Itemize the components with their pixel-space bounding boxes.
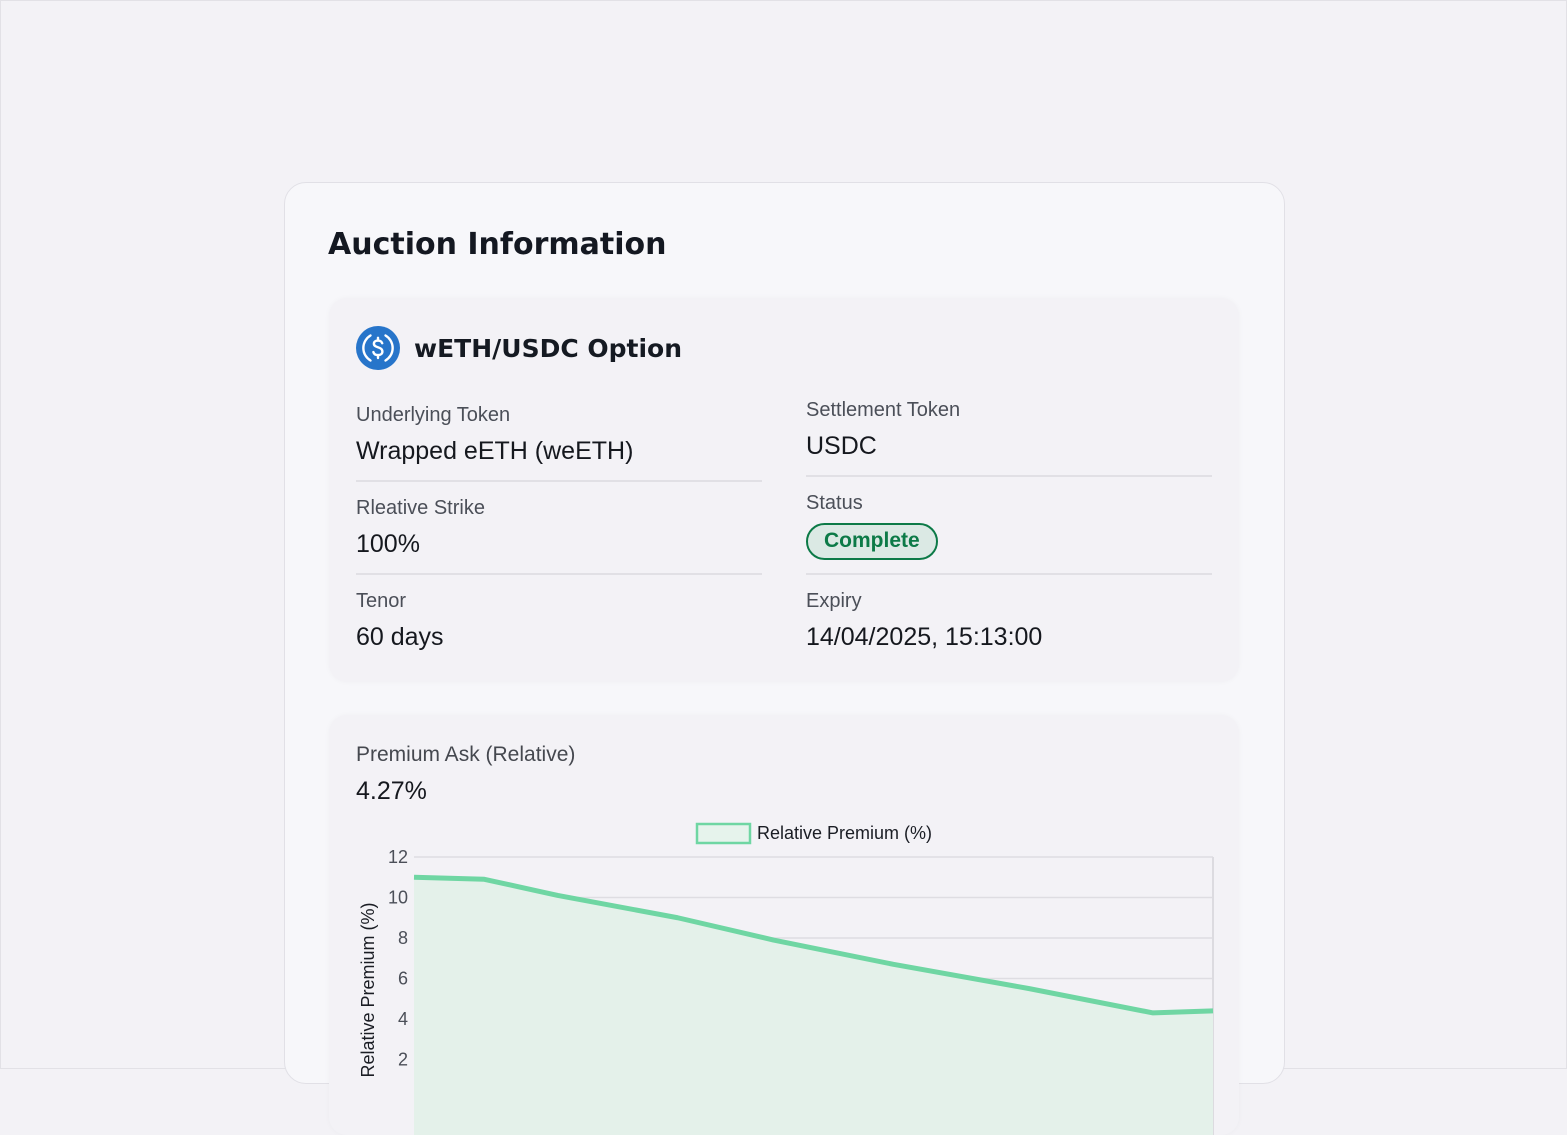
y-tick-label: 2 (398, 1050, 408, 1070)
underlying-token-value: Wrapped eETH (weETH) (356, 437, 634, 465)
relative-strike-field: Rleative Strike 100% (356, 497, 762, 559)
tenor-value: 60 days (356, 623, 444, 651)
status-badge: Complete (806, 523, 938, 560)
y-tick-label: 12 (388, 847, 408, 867)
legend-label: Relative Premium (%) (757, 823, 932, 843)
y-tick-label: 8 (398, 928, 408, 948)
auction-information-panel: Auction Information wETH/USDC Option Und… (284, 182, 1285, 1135)
option-info-card: wETH/USDC Option Underlying Token Wrappe… (329, 298, 1239, 682)
relative-premium-chart: 12 10 8 6 4 2 Relative Premium (%) Relative P… (358, 822, 1214, 1135)
relative-strike-value: 100% (356, 530, 420, 558)
expiry-label: Expiry (806, 590, 862, 612)
chart-y-ticks: 12 10 8 6 4 2 (388, 847, 408, 1070)
usdc-icon (356, 326, 400, 370)
underlying-token-label: Underlying Token (356, 404, 511, 426)
tenor-field: Tenor 60 days (356, 590, 762, 652)
premium-chart-card: Premium Ask (Relative) 4.27% 12 10 8 6 4 2 Re… (329, 715, 1239, 1135)
settlement-token-field: Settlement Token USDC (806, 399, 1212, 461)
settlement-token-value: USDC (806, 432, 877, 460)
y-tick-label: 10 (388, 888, 408, 908)
y-tick-label: 4 (398, 1009, 408, 1029)
status-label: Status (806, 492, 863, 514)
settlement-token-label: Settlement Token (806, 399, 961, 421)
expiry-field: Expiry 14/04/2025, 15:13:00 (806, 590, 1212, 652)
y-axis-label: Relative Premium (%) (358, 902, 378, 1077)
y-tick-label: 6 (398, 969, 408, 989)
chart-legend[interactable]: Relative Premium (%) (695, 822, 932, 845)
option-header: wETH/USDC Option (356, 326, 682, 370)
option-title: wETH/USDC Option (414, 333, 683, 363)
divider (356, 573, 762, 575)
series-area-fill (414, 877, 1213, 1135)
panel-title: Auction Information (328, 227, 667, 262)
divider (806, 573, 1212, 575)
underlying-token-field: Underlying Token Wrapped eETH (weETH) (356, 404, 762, 466)
chart-area-layer (413, 874, 1214, 1135)
divider (806, 475, 1212, 477)
expiry-value: 14/04/2025, 15:13:00 (806, 623, 1043, 651)
divider (356, 480, 762, 482)
relative-strike-label: Rleative Strike (356, 497, 485, 519)
status-field: Status Complete (806, 492, 1212, 560)
tenor-label: Tenor (356, 590, 407, 612)
legend-swatch (695, 822, 752, 845)
